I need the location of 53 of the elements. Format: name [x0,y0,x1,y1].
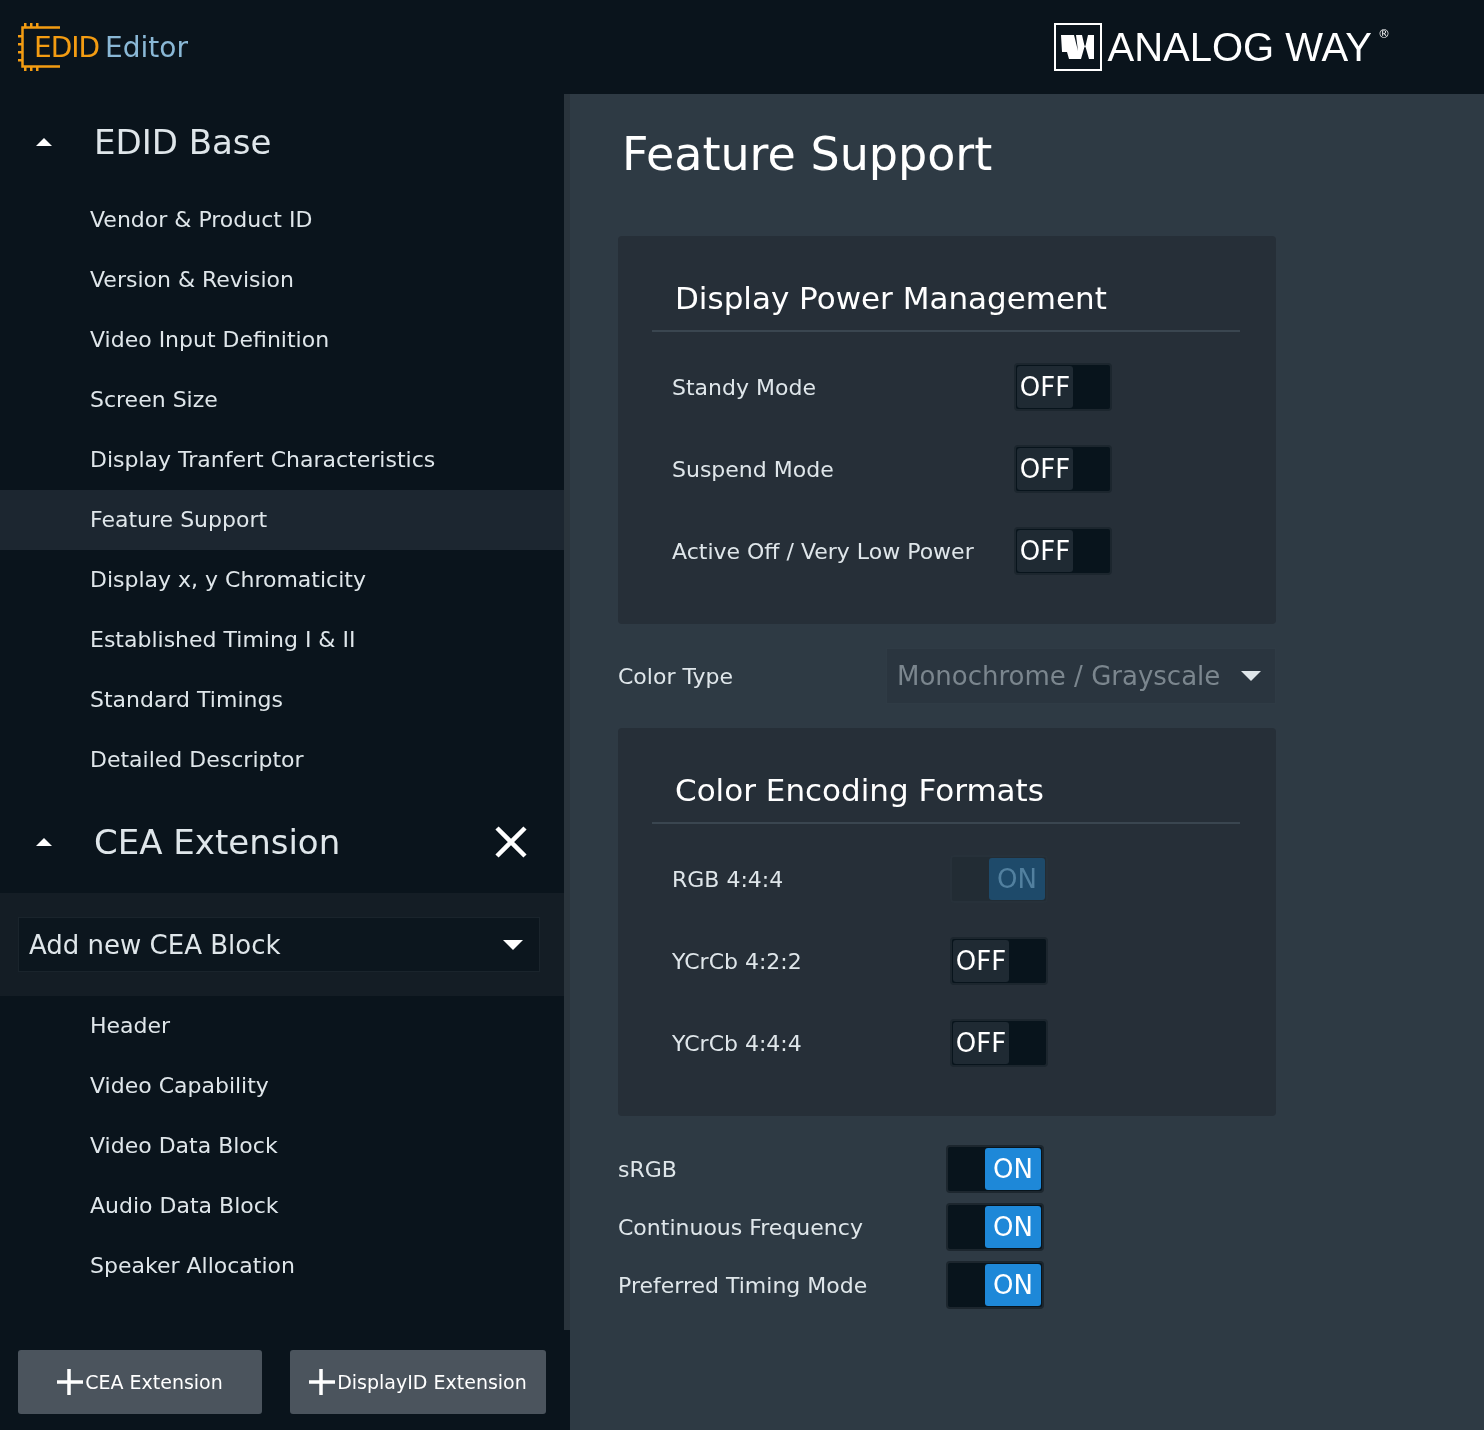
collapse-caret-icon[interactable] [36,138,52,146]
setting-label: Color Type [618,663,734,689]
dropdown-caret-icon [1241,671,1261,681]
registered-mark: ® [1378,27,1390,41]
sidebar-item[interactable]: Standard Timings [0,670,564,730]
sidebar-item[interactable]: Video Data Block [0,1116,564,1176]
setting-label: Preferred Timing Mode [618,1272,869,1298]
add-block-dropdown[interactable]: Add new CEA Block [18,917,540,972]
toggle-switch[interactable]: OFF [1014,363,1112,411]
sidebar-item[interactable]: Feature Support [0,490,564,550]
toggle-switch[interactable]: ON [946,1261,1044,1309]
sidebar-item[interactable]: Established Timing I & II [0,610,564,670]
setting-label: Suspend Mode [672,456,835,482]
collapse-caret-icon[interactable] [36,837,52,846]
sidebar-item[interactable]: Video Input Definition [0,310,564,370]
close-icon[interactable] [494,824,528,859]
panel-title: Display Power Management [652,280,1240,332]
plus-icon [309,1369,336,1395]
setting-label: sRGB [618,1156,678,1182]
section-title[interactable]: CEA Extension [94,821,452,862]
logo-text: EDID [34,30,100,64]
sidebar-item[interactable]: Vendor & Product ID [0,190,564,250]
setting-label: Active Off / Very Low Power [672,538,975,564]
sidebar-item[interactable]: Version & Revision [0,250,564,310]
panel-title: Color Encoding Formats [652,772,1240,824]
sidebar-item[interactable]: Audio Data Block [0,1176,564,1236]
plus-icon [57,1369,84,1395]
toggle-switch[interactable]: OFF [950,937,1048,985]
toggle-switch[interactable]: OFF [1014,527,1112,575]
toggle-switch[interactable]: OFF [1014,445,1112,493]
sidebar-item[interactable]: Display Tranfert Characteristics [0,430,564,490]
toggle-switch[interactable]: OFF [950,1019,1048,1067]
brand-logo-icon [1053,23,1102,71]
page-title: Feature Support [622,126,994,183]
toggle-switch[interactable]: ON [946,1203,1044,1251]
sidebar-item[interactable]: Display x, y Chromaticity [0,550,564,610]
setting-label: YCrCb 4:2:2 [672,948,803,974]
setting-label: YCrCb 4:4:4 [672,1030,803,1056]
sidebar-item[interactable]: Header [0,996,564,1056]
toggle-switch[interactable]: ON [946,1145,1044,1193]
setting-label: Standy Mode [672,374,817,400]
sidebar-item[interactable]: Detailed Descriptor [0,730,564,790]
add-extension-button[interactable]: DisplayID Extension [290,1350,546,1414]
sidebar-item[interactable]: Speaker Allocation [0,1236,564,1296]
sidebar-item[interactable]: Screen Size [0,370,564,430]
dropdown-caret-icon [503,939,523,950]
app-name: Editor [105,30,188,64]
sidebar-item[interactable]: Video Capability [0,1056,564,1116]
setting-label: Continuous Frequency [618,1214,864,1240]
section-title[interactable]: EDID Base [94,122,528,162]
brand-name: ANALOG WAY [1107,24,1372,70]
add-extension-button[interactable]: CEA Extension [18,1350,262,1414]
setting-label: RGB 4:4:4 [672,866,785,892]
